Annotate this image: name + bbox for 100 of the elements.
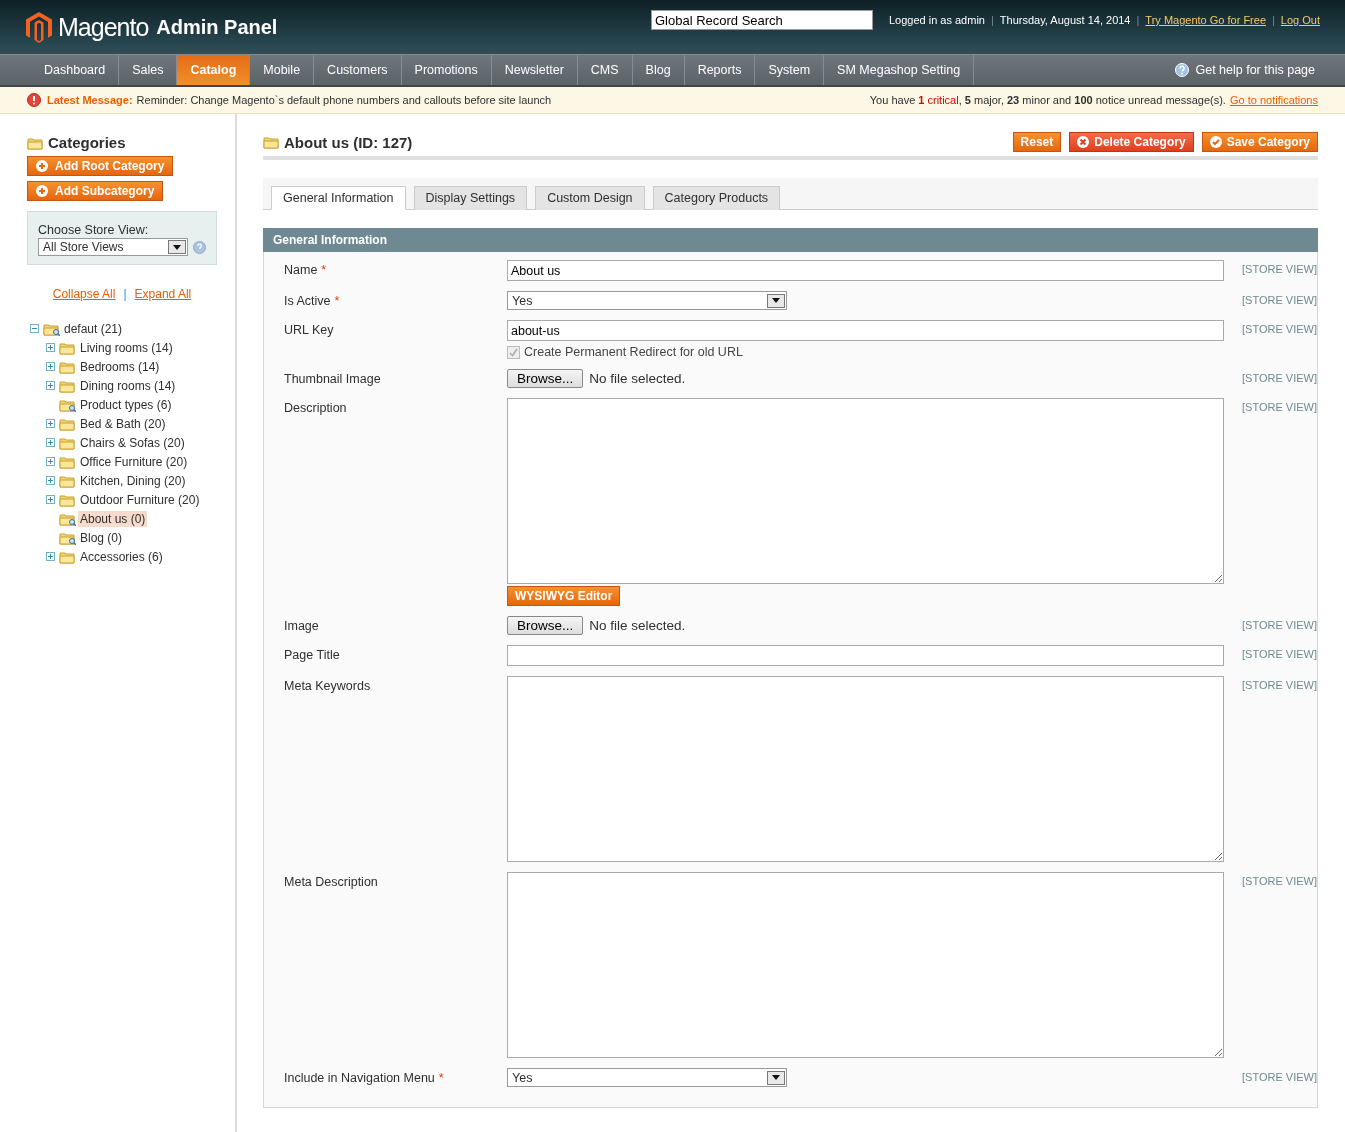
field-label: Image	[284, 619, 319, 633]
scope-label: [STORE VIEW]	[1242, 647, 1317, 660]
tree-item[interactable]: Product types (6)	[78, 396, 174, 413]
nav-item[interactable]: SM Megashop Setting	[824, 55, 975, 85]
brand-name: Magento	[58, 12, 149, 42]
collapse-icon[interactable]	[30, 324, 39, 333]
nav-item[interactable]: System	[755, 55, 825, 85]
required-mark: *	[438, 1071, 444, 1085]
expand-icon[interactable]	[46, 343, 55, 352]
folder-icon	[59, 492, 76, 507]
tree-item[interactable]: Bed & Bath (20)	[78, 415, 168, 432]
plus-circle-icon	[36, 185, 48, 197]
tree-item[interactable]: Bedrooms (14)	[78, 358, 162, 375]
expand-icon[interactable]	[46, 419, 55, 428]
file-status: No file selected.	[589, 371, 686, 386]
folder-search-icon	[59, 397, 76, 412]
tree-item[interactable]: Office Furniture (20)	[78, 453, 190, 470]
scope-label: [STORE VIEW]	[1242, 371, 1317, 384]
header-link[interactable]: Try Magento Go for Free	[1145, 14, 1266, 26]
nav-item[interactable]: Reports	[684, 55, 756, 85]
checkmark-icon	[1209, 136, 1222, 148]
folder-icon	[263, 135, 280, 149]
delete-icon	[1077, 136, 1090, 148]
tree-item[interactable]: Accessories (6)	[78, 548, 165, 565]
folder-search-icon	[59, 530, 76, 545]
folder-icon	[59, 454, 76, 469]
delete-button[interactable]: Delete Category	[1069, 132, 1194, 152]
alert-icon	[27, 93, 41, 107]
expand-icon[interactable]	[46, 495, 55, 504]
folder-icon	[59, 416, 76, 431]
scope-label: [STORE VIEW]	[1242, 1070, 1317, 1083]
field-label: Meta Keywords	[284, 679, 371, 693]
scope-label: [STORE VIEW]	[1242, 618, 1317, 631]
required-mark: *	[334, 294, 340, 308]
expand-icon[interactable]	[46, 457, 55, 466]
expand-icon[interactable]	[46, 552, 55, 561]
textarea-field[interactable]	[507, 398, 1224, 584]
field-label: Include in Navigation Menu	[284, 1071, 435, 1085]
checkbox-label: Create Permanent Redirect for old URL	[524, 345, 743, 359]
textarea-field[interactable]	[507, 872, 1224, 1058]
tree-item[interactable]: Dining rooms (14)	[78, 377, 178, 394]
tab[interactable]: General Information	[271, 186, 406, 210]
separator: |	[1272, 14, 1275, 26]
select-field[interactable]: Yes	[507, 1068, 787, 1087]
brand-suffix: Admin Panel	[156, 15, 278, 39]
help-icon	[193, 240, 206, 254]
nav-item[interactable]: CMS	[577, 55, 633, 85]
folder-icon	[59, 473, 76, 488]
folder-icon	[59, 340, 76, 355]
message-text: Reminder: Change Magento`s default phone numbers and callouts before site launch	[136, 94, 552, 106]
tab[interactable]: Display Settings	[413, 186, 528, 210]
store-view-label: Choose Store View:	[38, 223, 150, 237]
store-view-select[interactable]: All Store Views	[38, 238, 188, 256]
expand-icon[interactable]	[46, 381, 55, 390]
nav-item[interactable]: Newsletter	[491, 55, 578, 85]
dropdown-arrow-icon	[772, 1075, 780, 1080]
expand-icon[interactable]	[46, 438, 55, 447]
help-icon	[1175, 63, 1190, 77]
scope-label: [STORE VIEW]	[1242, 322, 1317, 335]
expand-icon[interactable]	[46, 476, 55, 485]
browse-button[interactable]: Browse...	[507, 616, 584, 635]
file-status: No file selected.	[589, 618, 686, 633]
nav-item[interactable]: Mobile	[250, 55, 315, 85]
field-label: Meta Description	[284, 875, 378, 889]
tree-link[interactable]: Collapse All	[52, 287, 116, 301]
tree-item[interactable]: About us (0)	[78, 510, 148, 527]
folder-icon	[59, 435, 76, 450]
sidebar-title: Categories	[48, 134, 126, 151]
text-field[interactable]: about-us	[507, 320, 1224, 341]
text-field[interactable]	[507, 645, 1224, 666]
browse-button[interactable]: Browse...	[507, 369, 584, 388]
scope-label: [STORE VIEW]	[1242, 293, 1317, 306]
field-label: Thumbnail Image	[284, 372, 381, 386]
tree-item[interactable]: Kitchen, Dining (20)	[78, 472, 188, 489]
tree-link[interactable]: Expand All	[134, 287, 192, 301]
header-text: Thursday, August 14, 2014	[999, 14, 1131, 26]
tree-item[interactable]: Blog (0)	[78, 529, 125, 546]
nav-item[interactable]: Blog	[632, 55, 685, 85]
folder-search-icon	[59, 511, 76, 526]
required-mark: *	[321, 263, 327, 277]
scope-label: [STORE VIEW]	[1242, 400, 1317, 413]
search-field[interactable]: Global Record Search	[650, 10, 873, 30]
nav-item[interactable]: Dashboard	[31, 55, 120, 85]
expand-icon[interactable]	[46, 362, 55, 371]
textarea-field[interactable]	[507, 676, 1224, 862]
help-link[interactable]: Get help for this page	[1195, 63, 1315, 77]
select-field[interactable]: Yes	[507, 291, 787, 310]
separator: |	[990, 14, 994, 26]
tree-item[interactable]: Chairs & Sofas (20)	[78, 434, 187, 451]
nav-item[interactable]: Promotions	[401, 55, 492, 85]
tab[interactable]: Category Products	[652, 186, 781, 210]
tree-item[interactable]: defaut (21)	[62, 320, 125, 337]
folder-icon	[59, 549, 76, 564]
header-link[interactable]: Log Out	[1280, 14, 1320, 26]
tree-item[interactable]: Outdoor Furniture (20)	[78, 491, 202, 508]
tab[interactable]: Custom Design	[535, 186, 645, 210]
field-label: Is Active	[284, 294, 331, 308]
text-field[interactable]: About us	[507, 260, 1224, 281]
nav-item[interactable]: Customers	[314, 55, 402, 85]
tree-item[interactable]: Living rooms (14)	[78, 339, 175, 356]
